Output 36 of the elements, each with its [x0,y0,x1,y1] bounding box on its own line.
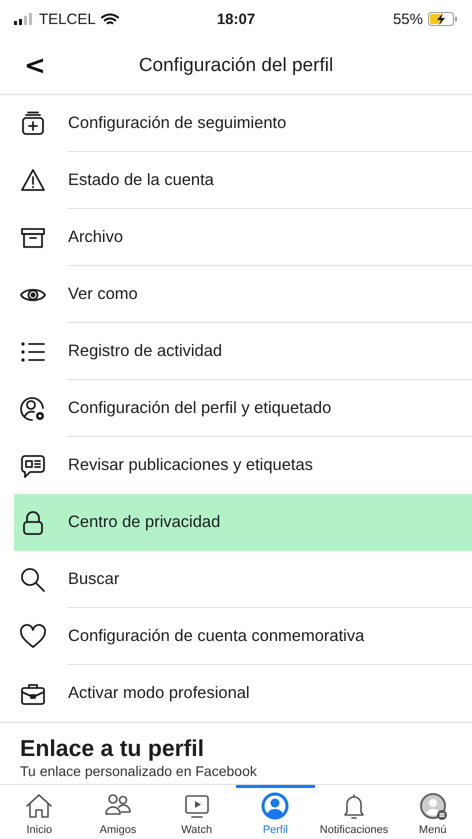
page-title: Configuración del perfil [138,55,334,76]
padlock-icon [20,510,46,536]
nav-tab[interactable]: Amigos [78,785,158,839]
chat-list-icon [20,452,46,478]
menu-item[interactable]: Configuración de seguimiento [14,95,472,152]
user-gear-icon [20,396,46,422]
back-button[interactable]: < [18,51,52,81]
nav-tab[interactable]: Watch [157,785,236,839]
battery-percentage: 55% [392,10,423,28]
clock-time: 18:07 [216,10,256,28]
menu-item[interactable]: Ver como [14,266,472,323]
profile-icon [260,792,290,822]
signal-icon [14,13,34,25]
menu-item[interactable]: Configuración del perfil y etiquetado [14,380,472,437]
avatar-menu-icon [418,792,448,822]
carrier-name: TELCEL [39,10,96,28]
nav-tab[interactable]: Menú [393,785,472,839]
battery-charging-icon [428,12,458,26]
menu-item[interactable]: Archivo [14,209,472,266]
search-icon [20,566,46,592]
stack-plus-icon [20,110,46,136]
warning-icon [20,168,46,194]
menu-item[interactable]: Centro de privacidad [14,494,472,551]
nav-tab[interactable]: Inicio [0,785,79,839]
heart-icon [20,624,46,650]
nav-tab[interactable]: Perfil [236,785,315,839]
section-heading: Enlace a tu perfil [20,735,204,762]
menu-item[interactable]: Estado de la cuenta [14,152,472,209]
menu-item[interactable]: Revisar publicaciones y etiquetas [14,437,472,494]
menu-item[interactable]: Activar modo profesional [0,665,472,723]
menu-item[interactable]: Registro de actividad [14,323,472,380]
wifi-icon [100,12,119,26]
menu-item[interactable]: Buscar [14,551,472,608]
section-subtitle: Tu enlace personalizado en Facebook [20,763,257,779]
menu-item[interactable]: Configuración de cuenta conmemorativa [14,608,472,665]
nav-tab[interactable]: Notificaciones [314,785,394,839]
